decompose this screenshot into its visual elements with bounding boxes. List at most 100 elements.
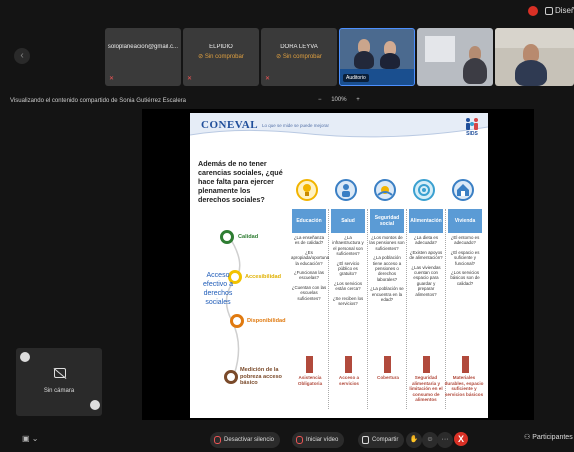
outcome-bar xyxy=(345,356,352,373)
participant-label: Auditorio xyxy=(343,74,369,82)
people-icon: ⚇ xyxy=(524,434,533,441)
plate-icon xyxy=(413,179,435,201)
level-accesibilidad: Accesibilidad xyxy=(245,274,282,280)
level-medicion: Medición de la pobreza acceso básico xyxy=(240,367,282,387)
column-items-vivienda: ¿El entorno es adecuado? ¿El espacio es … xyxy=(447,235,483,290)
mic-off-icon xyxy=(214,436,221,444)
column-item: ¿El entorno es adecuado? xyxy=(450,235,480,246)
column-item: ¿Funcionan las escuelas? xyxy=(293,270,325,281)
reactions-icon[interactable]: ☺ xyxy=(422,432,438,448)
top-bar: Diseñ xyxy=(0,0,574,22)
chevron-left-icon[interactable]: ‹ xyxy=(14,48,30,64)
column-item: ¿La población tiene acceso a pensiones o… xyxy=(372,255,402,282)
share-indicator-bar: Visualizando el contenido compartido de … xyxy=(0,96,574,108)
column-item: ¿Los servicios básicos son de calidad? xyxy=(450,270,480,286)
outcome-bar xyxy=(384,356,391,373)
design-button[interactable]: Diseñ xyxy=(543,4,574,18)
column-items-educacion: ¿La enseñanza es de calidad? ¿Es apropia… xyxy=(291,235,330,305)
self-view-label: Sin cámara xyxy=(43,388,75,394)
mic-off-icon: ✕ xyxy=(187,76,193,82)
camera-off-icon xyxy=(54,368,66,378)
level-ring-disponibilidad xyxy=(230,314,244,328)
level-disponibilidad: Disponibilidad xyxy=(247,318,286,324)
slide-question: Además de no tener carencias sociales, ¿… xyxy=(198,159,283,204)
column-item: ¿La enseñanza es de calidad? xyxy=(293,235,325,246)
outcome-educacion: Asistencia Obligatoria xyxy=(297,375,323,386)
column-item: ¿Es apropiada/oportuna la educación? xyxy=(291,249,330,266)
share-button[interactable]: Compartir xyxy=(358,432,405,448)
zoom-out-button[interactable]: − xyxy=(318,97,322,103)
level-ring-calidad xyxy=(220,230,234,244)
window xyxy=(425,36,455,62)
column-items-alimentacion: ¿La dieta es adecuada? ¿Existen apoyos d… xyxy=(408,235,444,301)
column-header-salud: Salud xyxy=(331,209,365,233)
doctor-icon xyxy=(335,179,357,201)
participant-name: soloplaneacion@gmail.c... xyxy=(107,44,179,50)
participant-video[interactable] xyxy=(417,28,493,86)
zoom-controls: − 100% + xyxy=(318,97,368,103)
start-video-button[interactable]: Iniciar vídeo xyxy=(292,432,345,448)
column-items-seguridad-social: ¿Los montos de las pensiones son suficie… xyxy=(369,235,405,306)
participants-button[interactable]: ⚇ Participantes xyxy=(524,433,573,441)
level-calidad: Calidad xyxy=(238,234,259,240)
settings-icon[interactable] xyxy=(90,400,100,410)
column-item: ¿El servicio público es gratuito? xyxy=(336,260,360,277)
column-item: ¿Existen apoyos de alimentación? xyxy=(409,249,443,261)
share-screen-icon xyxy=(362,436,369,444)
participant-body xyxy=(354,51,374,69)
zoom-in-button[interactable]: + xyxy=(356,97,360,103)
more-options-button[interactable]: ··· xyxy=(437,432,453,448)
coneval-logo: CONEVAL xyxy=(201,119,259,131)
hands-icon xyxy=(374,179,396,201)
participant-body xyxy=(380,53,400,69)
layout-menu-icon[interactable]: ▣ ⌄ xyxy=(22,434,38,443)
participant-strip: ‹ soloplaneacion@gmail.c... ✕ ELPIDIO ⊘ … xyxy=(0,22,574,92)
column-item: ¿Cuentan con las escuelas suficientes? xyxy=(291,284,327,301)
shared-slide: CONEVAL Lo que se mide se puede mejorar … xyxy=(190,113,488,418)
column-item: ¿El espacio es suficiente y funcional? xyxy=(450,249,480,266)
participant-video[interactable] xyxy=(495,28,574,86)
lightbulb-icon xyxy=(296,179,318,201)
participant-tile[interactable]: DORA LEYVA ⊘ Sin comprobar ✕ xyxy=(261,28,337,86)
participant-video-auditorio[interactable]: Auditorio xyxy=(339,28,415,86)
column-item: ¿La infraestructura y el personal son su… xyxy=(332,235,364,257)
column-header-seguridad-social: Seguridad social xyxy=(370,209,404,233)
participant-body xyxy=(463,58,487,84)
participant-name: ELPIDIO xyxy=(209,44,233,50)
participant-tile[interactable]: soloplaneacion@gmail.c... ✕ xyxy=(105,28,181,86)
column-item: ¿Los montos de las pensiones son suficie… xyxy=(369,235,405,251)
unmute-button[interactable]: Desactivar silencio xyxy=(210,432,281,448)
bottom-control-bar: ▣ ⌄ Desactivar silencio Iniciar vídeo Co… xyxy=(0,428,574,452)
outcome-bar xyxy=(462,356,469,373)
mic-off-icon: ✕ xyxy=(265,76,271,82)
mic-off-icon: ✕ xyxy=(109,76,115,82)
record-dot-icon xyxy=(528,6,538,16)
outcome-seguridad-social: Cobertura xyxy=(377,375,399,380)
sids-logo: SIDS xyxy=(462,117,482,139)
house-icon xyxy=(452,179,474,201)
participant-tile[interactable]: ELPIDIO ⊘ Sin comprobar ✕ xyxy=(183,28,259,86)
column-header-educacion: Educación xyxy=(292,209,326,233)
pin-icon[interactable] xyxy=(20,352,30,362)
share-indicator-text: Visualizando el contenido compartido de … xyxy=(10,98,186,104)
column-item: ¿Las viviendas cuentan con espacio para … xyxy=(411,264,441,297)
rights-columns: Educación ¿La enseñanza es de calidad? ¿… xyxy=(290,179,484,409)
level-ring-medicion xyxy=(224,370,238,384)
outcome-bar xyxy=(423,356,430,373)
leave-call-button[interactable]: X xyxy=(454,432,468,446)
participant-status: ⊘ Sin comprobar xyxy=(198,54,244,60)
participant-status: ⊘ Sin comprobar xyxy=(276,54,322,60)
outcome-salud: Acceso a servicios xyxy=(338,375,360,386)
column-item: ¿La dieta es adecuada? xyxy=(413,235,439,246)
raise-hand-icon[interactable]: ✋ xyxy=(406,432,422,448)
column-item: ¿Los servicios están cerca? xyxy=(333,280,363,292)
column-item: ¿La población se encuentra en la edad? xyxy=(370,286,404,303)
participant-name: DORA LEYVA xyxy=(280,44,318,50)
column-items-salud: ¿La infraestructura y el personal son su… xyxy=(330,235,366,310)
column-header-vivienda: Vivienda xyxy=(448,209,482,233)
zoom-value: 100% xyxy=(331,97,347,103)
people-icon xyxy=(466,118,478,130)
column-item: ¿Se reciben los servicios? xyxy=(332,295,364,307)
layout-icon xyxy=(545,7,553,15)
outcome-alimentacion: Seguridad alimentaria y limitación en el… xyxy=(409,375,443,403)
